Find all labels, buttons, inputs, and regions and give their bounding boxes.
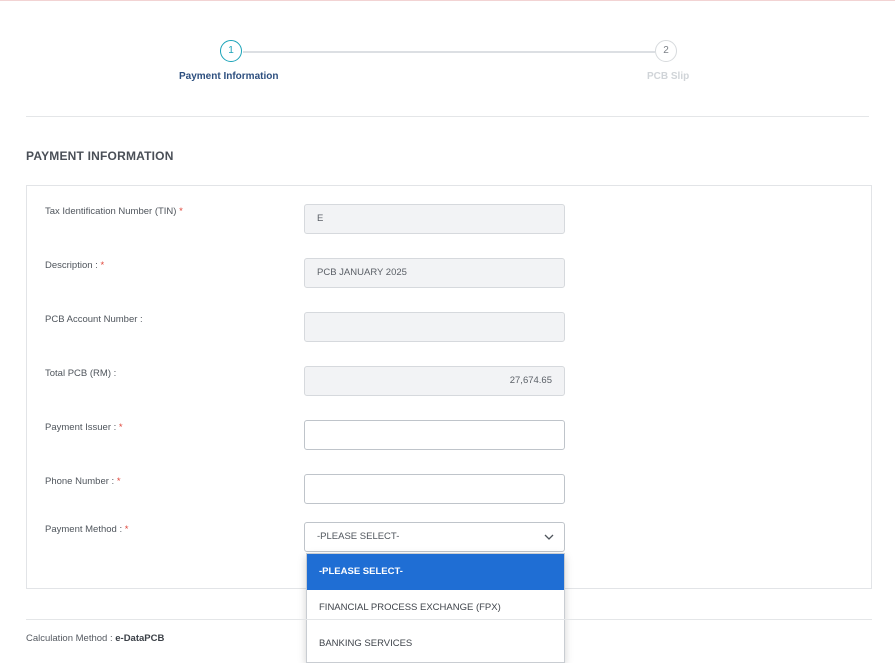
step-2-indicator[interactable]: 2 (655, 40, 677, 62)
phone-number-input[interactable] (304, 474, 565, 504)
payment-method-label: Payment Method : * (45, 524, 128, 535)
payment-method-label-text: Payment Method : (45, 524, 123, 535)
description-label: Description : * (45, 260, 104, 271)
calculation-method-value: e-DataPCB (115, 633, 165, 644)
step-2-label[interactable]: PCB Slip (647, 71, 689, 82)
tin-label: Tax Identification Number (TIN) * (45, 206, 183, 217)
step-1-label[interactable]: Payment Information (179, 71, 278, 82)
description-label-text: Description : (45, 260, 98, 271)
chevron-down-icon (544, 534, 554, 540)
calculation-method-label: Calculation Method : (26, 633, 113, 644)
required-marker: * (118, 422, 123, 433)
footer-divider (26, 619, 872, 620)
pcb-account-label-text: PCB Account Number : (45, 314, 143, 325)
phone-number-label: Phone Number : * (45, 476, 121, 487)
dropdown-option-please-select[interactable]: -PLEASE SELECT- (307, 554, 564, 590)
pcb-account-field (304, 312, 565, 342)
payment-issuer-label-text: Payment Issuer : (45, 422, 117, 433)
payment-issuer-label: Payment Issuer : * (45, 422, 123, 433)
required-marker: * (100, 260, 105, 271)
payment-method-selected-value: -PLEASE SELECT- (317, 531, 400, 542)
payment-method-dropdown: -PLEASE SELECT- FINANCIAL PROCESS EXCHAN… (306, 553, 565, 663)
required-marker: * (116, 476, 121, 487)
step-1-indicator[interactable]: 1 (220, 40, 242, 62)
total-pcb-label-text: Total PCB (RM) : (45, 368, 117, 379)
phone-number-label-text: Phone Number : (45, 476, 115, 487)
dropdown-option-banking-services[interactable]: BANKING SERVICES (307, 626, 564, 662)
tin-label-text: Tax Identification Number (TIN) (45, 206, 177, 217)
stepper-connector (243, 51, 655, 53)
calculation-method: Calculation Method : e-DataPCB (26, 633, 164, 644)
section-title: PAYMENT INFORMATION (26, 149, 174, 163)
total-pcb-field: 27,674.65 (304, 366, 565, 396)
stepper-divider (26, 116, 869, 117)
total-pcb-label: Total PCB (RM) : (45, 368, 116, 379)
payment-method-select[interactable]: -PLEASE SELECT- (304, 522, 565, 552)
tin-field: E (304, 204, 565, 234)
progress-stepper: 1 Payment Information 2 PCB Slip (0, 0, 895, 116)
required-marker: * (179, 206, 183, 217)
required-marker: * (124, 524, 129, 535)
pcb-account-label: PCB Account Number : (45, 314, 143, 325)
description-field: PCB JANUARY 2025 (304, 258, 565, 288)
payment-issuer-input[interactable] (304, 420, 565, 450)
dropdown-option-fpx[interactable]: FINANCIAL PROCESS EXCHANGE (FPX) (307, 590, 564, 626)
